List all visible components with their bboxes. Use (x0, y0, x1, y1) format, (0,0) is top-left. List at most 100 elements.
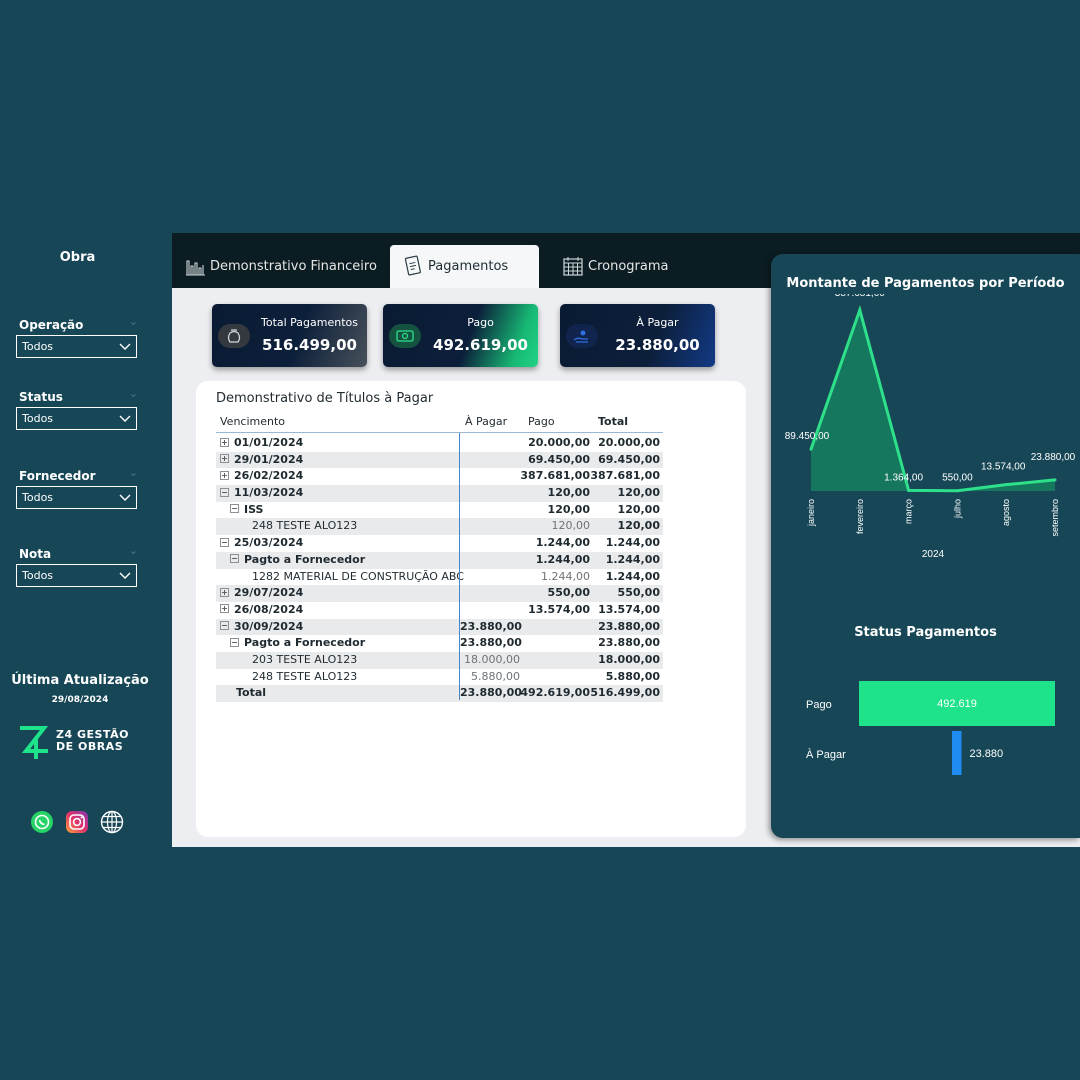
filter-label: Fornecedor (19, 469, 96, 483)
fornecedor-select[interactable]: Todos (16, 486, 137, 509)
globe-icon[interactable] (100, 810, 124, 834)
chevron-down-icon[interactable]: ⌄ (129, 384, 138, 404)
data-point[interactable] (1053, 478, 1057, 482)
category-label: À Pagar (806, 748, 846, 761)
cell-total: 20.000,00 (598, 436, 660, 449)
cell-total: 69.450,00 (598, 452, 660, 466)
tab-cronograma[interactable]: Cronograma (550, 245, 690, 288)
tab-demonstrativo-financeiro[interactable]: Demonstrativo Financeiro (172, 245, 387, 288)
tab-pagamentos[interactable]: Pagamentos (390, 245, 539, 288)
bar[interactable] (952, 731, 962, 775)
kpi-label: À Pagar (636, 316, 679, 329)
kpi-pago: Pago 492.619,00 (383, 304, 538, 367)
cell-apagar: 18.000,00 (464, 652, 520, 666)
kpi-label: Total Pagamentos (260, 316, 359, 329)
cell-total: 120,00 (617, 486, 660, 500)
filter-status: Status ⌄ Todos (16, 387, 138, 430)
row-label: 248 TESTE ALO123 (252, 519, 358, 533)
table-row: 203 TESTE ALO123 18.000,00 18.000,00 (216, 651, 663, 669)
last-update-date: 29/08/2024 (51, 695, 109, 705)
whatsapp-icon[interactable] (30, 810, 54, 834)
cell-apagar: 23.880,00 (460, 636, 522, 650)
table-row: +29/01/2024 69.450,00 69.450,00 (216, 451, 663, 469)
bar-chart-icon (186, 260, 205, 276)
titles-matrix: Vencimento À Pagar Pago Total +01/01/202… (216, 411, 663, 702)
filter-nota: Nota ⌄ Todos (16, 544, 138, 587)
expand-icon[interactable]: + (220, 587, 229, 597)
row-label: 01/01/2024 (234, 436, 304, 449)
chevron-down-icon[interactable]: ⌄ (129, 541, 138, 561)
table-row: − ISS 120,00 120,00 (216, 502, 663, 519)
header-vencimento[interactable]: Vencimento (220, 411, 285, 433)
chevron-down-icon[interactable]: ⌄ (129, 463, 138, 483)
cell-pago: 20.000,00 (528, 436, 590, 449)
status-select[interactable]: Todos (16, 407, 137, 430)
kpi-value: 492.619,00 (433, 336, 528, 354)
table-row: −25/03/2024 1.244,00 1.244,00 (216, 535, 663, 552)
collapse-icon[interactable]: − (230, 637, 239, 647)
data-point[interactable] (907, 488, 911, 492)
row-label: 26/02/2024 (234, 469, 304, 483)
z4-logo-icon (20, 726, 49, 759)
filter-label: Status (19, 390, 63, 404)
row-label: 29/01/2024 (234, 452, 304, 466)
filter-label: Operação (19, 318, 84, 332)
collapse-icon[interactable]: − (220, 537, 229, 547)
matrix-total-row: Total 23.880,00 492.619,00 516.499,00 (216, 685, 663, 702)
data-point[interactable] (1004, 483, 1008, 487)
expand-icon[interactable]: + (220, 604, 229, 614)
titles-matrix-card: Demonstrativo de Títulos à Pagar Vencime… (196, 381, 746, 837)
cell-total: 23.880,00 (598, 636, 660, 650)
data-label: 89.450,00 (785, 431, 830, 442)
charts-panel: Montante de Pagamentos por Período 89.45… (771, 254, 1080, 838)
chevron-down-icon (119, 343, 131, 350)
data-point[interactable] (858, 308, 862, 312)
nota-select[interactable]: Todos (16, 564, 137, 587)
chevron-down-icon (119, 572, 131, 579)
row-label: 11/03/2024 (234, 486, 304, 500)
cell-pago: 1.244,00 (535, 552, 590, 566)
data-point[interactable] (955, 489, 959, 493)
cell-total: 1.244,00 (605, 536, 660, 550)
expand-icon[interactable]: + (220, 454, 229, 464)
chevron-down-icon[interactable]: ⌄ (129, 312, 138, 332)
row-label: Pagto a Fornecedor (244, 636, 366, 650)
table-row: +29/07/2024 550,00 550,00 (216, 585, 663, 602)
header-pago[interactable]: Pago (528, 411, 598, 433)
kpi-a-pagar: À Pagar 23.880,00 (560, 304, 715, 367)
data-label: 23.880 (970, 748, 1004, 760)
table-row: +26/08/2024 13.574,00 13.574,00 (216, 602, 663, 619)
header-a-pagar[interactable]: À Pagar (465, 411, 525, 433)
collapse-icon[interactable]: − (230, 554, 239, 564)
tab-label: Pagamentos (428, 259, 509, 274)
data-point[interactable] (809, 447, 813, 451)
filter-fornecedor: Fornecedor ⌄ Todos (16, 466, 138, 509)
row-label: 26/08/2024 (234, 602, 304, 616)
cell-total: 1.244,00 (605, 569, 660, 583)
payment-status-chart: Pago 492.619 À Pagar 23.880 (806, 681, 1055, 775)
x-tick-label: setembro (1050, 499, 1060, 537)
collapse-icon[interactable]: − (220, 621, 229, 631)
expand-icon[interactable]: + (220, 470, 229, 480)
cell-total: 120,00 (617, 519, 660, 533)
cell-total: 516.499,00 (590, 686, 660, 700)
x-axis-label: 2024 (922, 549, 945, 560)
table-row: 1282 MATERIAL DE CONSTRUÇÃO ABC 1.244,00 1… (216, 569, 663, 586)
row-label: 29/07/2024 (234, 586, 304, 600)
social-links (30, 810, 130, 836)
header-total[interactable]: Total (598, 411, 668, 433)
cell-total: 13.574,00 (598, 602, 660, 616)
data-label: 550,00 (942, 473, 973, 484)
tab-label: Demonstrativo Financeiro (210, 259, 377, 274)
last-update-label: Última Atualização (11, 673, 149, 688)
collapse-icon[interactable]: − (230, 504, 239, 514)
row-label: 1282 MATERIAL DE CONSTRUÇÃO ABC (252, 569, 464, 583)
x-tick-label: janeiro (806, 499, 816, 527)
table-row: 248 TESTE ALO123 5.880,00 5.880,00 (216, 669, 663, 686)
collapse-icon[interactable]: − (220, 487, 229, 497)
table-row: +01/01/2024 20.000,00 20.000,00 (216, 435, 663, 452)
cell-total: 18.000,00 (598, 652, 660, 666)
instagram-icon[interactable] (65, 810, 89, 834)
expand-icon[interactable]: + (220, 437, 229, 447)
operacao-select[interactable]: Todos (16, 335, 137, 358)
